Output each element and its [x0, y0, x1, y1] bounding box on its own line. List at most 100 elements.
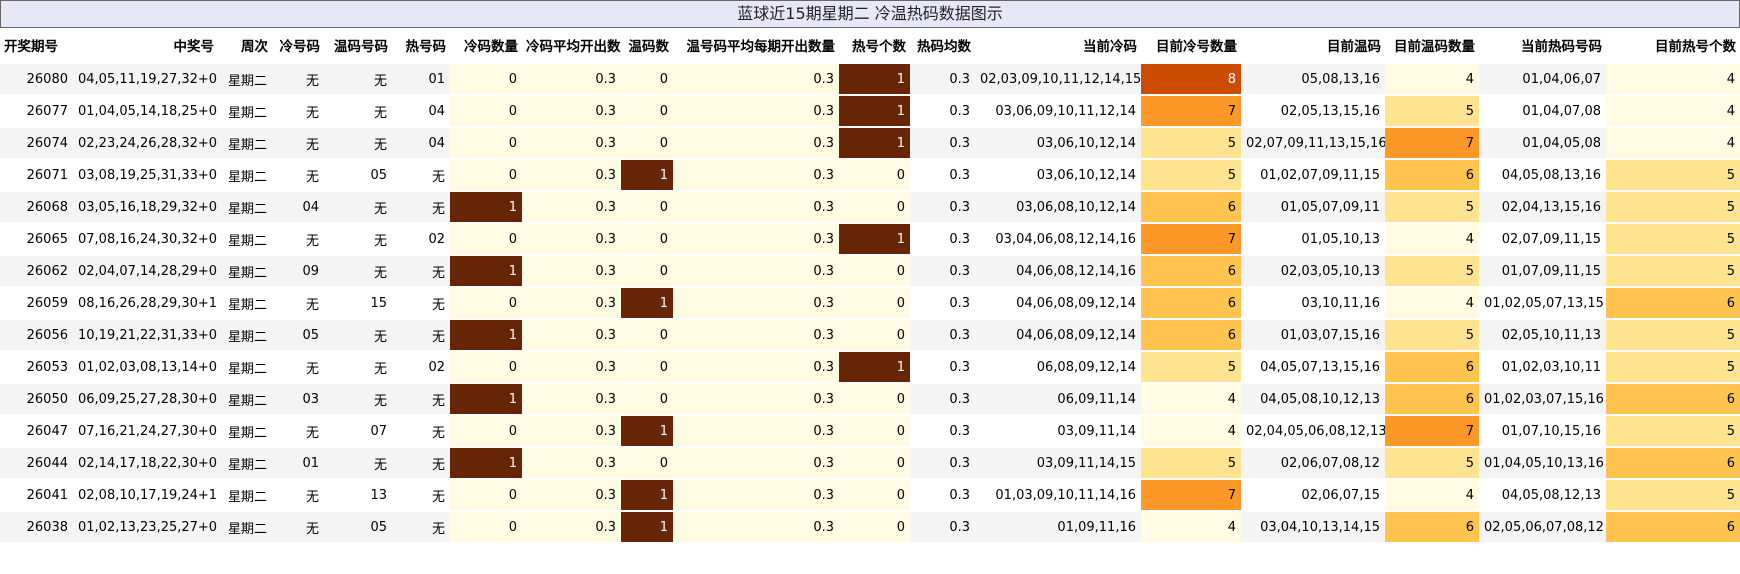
cold-avg-cell: 0.3 — [522, 414, 621, 448]
hot-count-cell: 0 — [839, 382, 910, 416]
current-warm-count-cell: 5 — [1385, 94, 1479, 128]
table-row: 26044 02,14,17,18,22,30+01 星期二 01 无无 1 0.3 0 0.3… — [0, 446, 1740, 480]
current-cold-count-cell: 6 — [1141, 286, 1241, 320]
current-warm-count-cell: 7 — [1385, 126, 1479, 160]
weekday-cell: 星期二 — [218, 190, 272, 224]
current-hot-count-cell: 5 — [1606, 158, 1740, 192]
current-warm-count-cell: 6 — [1385, 382, 1479, 416]
winning-numbers-cell: 08,16,26,28,29,30+15 — [73, 286, 218, 320]
current-warm-count-cell: 5 — [1385, 446, 1479, 480]
header-current-cold-count: 目前冷号数量 — [1141, 28, 1241, 63]
current-cold-count-cell: 7 — [1141, 222, 1241, 256]
hot-avg-cell: 0.3 — [910, 286, 975, 320]
winning-numbers-cell: 10,19,21,22,31,33+05 — [73, 318, 218, 352]
hot-number-cell: 04 — [392, 94, 450, 128]
cold-count-cell: 0 — [450, 222, 522, 256]
current-cold-count-cell: 6 — [1141, 254, 1241, 288]
current-hot-cell: 01,04,05,10,13,16 — [1479, 446, 1606, 480]
cold-count-cell: 1 — [450, 382, 522, 416]
current-cold-count-cell: 4 — [1141, 510, 1241, 544]
warm-number-cell: 无 — [324, 222, 392, 256]
issue-cell: 26059 — [0, 286, 73, 320]
hot-number-cell: 02 — [392, 222, 450, 256]
weekday-cell: 星期二 — [218, 222, 272, 256]
hot-number-cell: 无 — [392, 190, 450, 224]
issue-cell: 26050 — [0, 382, 73, 416]
cold-number-cell: 09 — [272, 254, 324, 288]
current-hot-cell: 02,07,09,11,15 — [1479, 222, 1606, 256]
hot-number-cell: 无 — [392, 510, 450, 544]
hot-count-cell: 1 — [839, 62, 910, 96]
current-hot-count-cell: 5 — [1606, 190, 1740, 224]
header-weekday: 周次 — [218, 28, 272, 63]
warm-number-cell: 无 — [324, 446, 392, 480]
table-row: 26050 06,09,25,27,28,30+03 星期二 03 无无 1 0.3 0 0.3… — [0, 382, 1740, 416]
hot-count-cell: 0 — [839, 158, 910, 192]
warm-count-cell: 1 — [621, 414, 673, 448]
current-warm-cell: 02,03,05,10,13 — [1241, 254, 1385, 288]
cold-avg-cell: 0.3 — [522, 510, 621, 544]
current-hot-cell: 01,04,05,08 — [1479, 126, 1606, 160]
warm-number-cell: 无 — [324, 94, 392, 128]
hot-number-cell: 无 — [392, 382, 450, 416]
current-warm-count-cell: 5 — [1385, 190, 1479, 224]
winning-numbers-cell: 03,08,19,25,31,33+05 — [73, 158, 218, 192]
issue-cell: 26077 — [0, 94, 73, 128]
current-cold-count-cell: 5 — [1141, 126, 1241, 160]
hot-count-cell: 1 — [839, 350, 910, 384]
table-row: 26041 02,08,10,17,19,24+13 星期二无 13 无 0 0.3 1 0.3… — [0, 478, 1740, 512]
hot-count-cell: 0 — [839, 446, 910, 480]
warm-avg-cell: 0.3 — [673, 94, 839, 128]
current-cold-cell: 03,06,10,12,14 — [975, 158, 1141, 192]
hot-count-cell: 1 — [839, 94, 910, 128]
warm-avg-cell: 0.3 — [673, 254, 839, 288]
current-warm-cell: 01,02,07,09,11,15 — [1241, 158, 1385, 192]
header-current-cold: 当前冷码 — [975, 28, 1141, 63]
cold-number-cell: 无 — [272, 158, 324, 192]
warm-avg-cell: 0.3 — [673, 414, 839, 448]
current-hot-cell: 02,04,13,15,16 — [1479, 190, 1606, 224]
cold-avg-cell: 0.3 — [522, 350, 621, 384]
warm-avg-cell: 0.3 — [673, 126, 839, 160]
warm-number-cell: 05 — [324, 510, 392, 544]
current-warm-cell: 04,05,07,13,15,16 — [1241, 350, 1385, 384]
hot-count-cell: 0 — [839, 254, 910, 288]
warm-number-cell: 13 — [324, 478, 392, 512]
header-hot-avg: 热码均数 — [910, 28, 975, 63]
warm-avg-cell: 0.3 — [673, 318, 839, 352]
cold-avg-cell: 0.3 — [522, 222, 621, 256]
cold-number-cell: 03 — [272, 382, 324, 416]
warm-avg-cell: 0.3 — [673, 478, 839, 512]
header-hot-count: 热号个数 — [839, 28, 910, 63]
header-current-hot-count: 目前热号个数 — [1606, 28, 1740, 63]
cold-count-cell: 0 — [450, 62, 522, 96]
warm-count-cell: 0 — [621, 382, 673, 416]
cold-number-cell: 无 — [272, 510, 324, 544]
hot-count-cell: 0 — [839, 318, 910, 352]
header-cold-avg: 冷码平均开出数 — [522, 28, 621, 63]
current-cold-cell: 04,06,08,09,12,14 — [975, 286, 1141, 320]
cold-number-cell: 01 — [272, 446, 324, 480]
warm-count-cell: 0 — [621, 94, 673, 128]
cold-number-cell: 无 — [272, 478, 324, 512]
current-cold-cell: 03,09,11,14,15 — [975, 446, 1141, 480]
issue-cell: 26053 — [0, 350, 73, 384]
header-hot-number: 热号码 — [392, 28, 450, 63]
weekday-cell: 星期二 — [218, 94, 272, 128]
hot-avg-cell: 0.3 — [910, 446, 975, 480]
weekday-cell: 星期二 — [218, 254, 272, 288]
current-cold-cell: 01,03,09,10,11,14,16 — [975, 478, 1141, 512]
current-cold-cell: 03,09,11,14 — [975, 414, 1141, 448]
hot-avg-cell: 0.3 — [910, 510, 975, 544]
hot-count-cell: 0 — [839, 478, 910, 512]
header-cold-count: 冷码数量 — [450, 28, 522, 63]
hot-avg-cell: 0.3 — [910, 382, 975, 416]
current-warm-cell: 02,07,09,11,13,15,16 — [1241, 126, 1385, 160]
current-hot-count-cell: 4 — [1606, 94, 1740, 128]
hot-avg-cell: 0.3 — [910, 478, 975, 512]
warm-count-cell: 0 — [621, 318, 673, 352]
current-hot-cell: 01,02,03,10,11 — [1479, 350, 1606, 384]
warm-number-cell: 无 — [324, 350, 392, 384]
current-cold-count-cell: 5 — [1141, 350, 1241, 384]
header-warm-count: 温码数 — [621, 28, 673, 63]
